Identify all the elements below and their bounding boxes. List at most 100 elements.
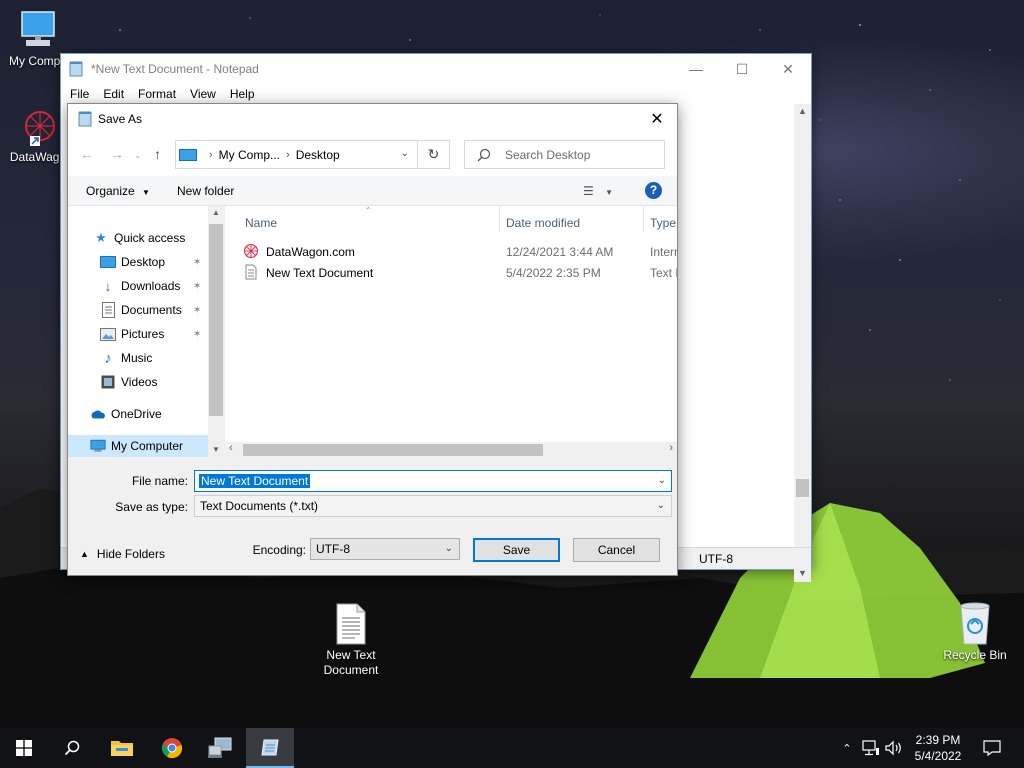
desktop-icon-new-text-document[interactable]: New Text Document: [313, 602, 389, 678]
datawagon-shortcut-icon: [25, 111, 55, 146]
desktop-icon-recycle-bin[interactable]: Recycle Bin: [937, 602, 1013, 663]
address-dropdown-icon[interactable]: ⌄: [401, 148, 409, 159]
caret-up-icon: ▲: [80, 549, 89, 559]
file-list-pane: ⌃ Name Date modified Type DataWagon.com …: [225, 206, 677, 456]
new-folder-button[interactable]: New folder: [177, 184, 234, 198]
pictures-icon: [100, 326, 116, 342]
chevron-down-icon: ⌄: [444, 543, 453, 554]
search-box[interactable]: Search Desktop: [464, 140, 665, 169]
taskbar-chrome[interactable]: [148, 728, 196, 768]
scroll-up-icon[interactable]: ▲: [798, 106, 807, 116]
scroll-down-icon[interactable]: ▼: [798, 568, 807, 578]
help-button[interactable]: ?: [645, 182, 662, 199]
menu-file[interactable]: File: [63, 87, 96, 101]
taskbar-file-explorer[interactable]: [98, 728, 146, 768]
back-button[interactable]: ←: [80, 146, 94, 162]
dialog-titlebar[interactable]: Save As ✕: [68, 104, 677, 134]
internet-shortcut-icon: [244, 244, 258, 258]
file-list-horizontal-scrollbar[interactable]: ‹ ›: [225, 442, 677, 456]
navigation-pane-scrollbar[interactable]: ▲ ▼: [208, 206, 224, 456]
desktop-icon-label: Recycle Bin: [943, 648, 1007, 662]
speaker-icon: [885, 740, 901, 756]
menu-edit[interactable]: Edit: [96, 87, 131, 101]
save-as-type-select[interactable]: Text Documents (*.txt) ⌄: [194, 495, 672, 517]
menu-help[interactable]: Help: [223, 87, 262, 101]
refresh-icon: ↻: [427, 146, 440, 162]
recent-locations-button[interactable]: ⌄: [134, 150, 142, 161]
nav-item-desktop[interactable]: Desktop ✶: [68, 251, 208, 273]
nav-item-onedrive[interactable]: OneDrive: [68, 403, 208, 425]
column-divider[interactable]: [643, 206, 644, 232]
start-button[interactable]: [0, 728, 48, 768]
column-divider[interactable]: [499, 206, 500, 232]
nav-item-documents[interactable]: Documents ✶: [68, 299, 208, 321]
save-button[interactable]: Save: [473, 538, 560, 562]
column-header-name[interactable]: Name: [245, 216, 277, 230]
breadcrumb-desktop[interactable]: Desktop: [296, 148, 340, 162]
file-date: 12/24/2021 3:44 AM: [506, 245, 614, 259]
hide-folders-toggle[interactable]: ▲ Hide Folders: [80, 547, 165, 561]
maximize-icon: ☐: [735, 60, 749, 77]
show-hidden-icons-button[interactable]: ⌃: [838, 728, 856, 768]
search-button[interactable]: [48, 728, 96, 768]
minimize-button[interactable]: —: [673, 54, 719, 84]
network-status-button[interactable]: [860, 728, 882, 768]
scroll-right-icon[interactable]: ›: [669, 442, 673, 454]
desktop-icon-label: DataWago: [9, 150, 67, 164]
volume-button[interactable]: [884, 728, 904, 768]
nav-item-quick-access[interactable]: ★ Quick access: [68, 227, 208, 249]
forward-button[interactable]: →: [110, 146, 124, 162]
close-button[interactable]: ✕: [765, 54, 811, 84]
notepad-vertical-scrollbar[interactable]: ▲ ▼: [794, 104, 811, 582]
notepad-titlebar[interactable]: *New Text Document - Notepad — ☐ ✕: [61, 54, 811, 84]
menu-format[interactable]: Format: [131, 87, 183, 101]
nav-item-label: Documents: [121, 303, 182, 317]
desktop-icon: [100, 254, 116, 270]
scrollbar-thumb[interactable]: [796, 479, 809, 497]
dialog-close-button[interactable]: ✕: [637, 104, 677, 134]
cancel-button[interactable]: Cancel: [573, 538, 660, 562]
scrollbar-thumb[interactable]: [209, 224, 223, 416]
nav-item-pictures[interactable]: Pictures ✶: [68, 323, 208, 345]
nav-item-downloads[interactable]: ↓ Downloads ✶: [68, 275, 208, 297]
nav-item-label: My Computer: [111, 439, 184, 453]
chevron-down-icon[interactable]: ⌄: [658, 475, 666, 486]
taskbar-clock[interactable]: 2:39 PM 5/4/2022: [905, 732, 971, 764]
chevron-down-icon: ⌄: [134, 150, 142, 160]
refresh-button[interactable]: ↻: [418, 140, 450, 169]
taskbar-network-app[interactable]: [196, 728, 244, 768]
taskbar-notepad[interactable]: [246, 728, 294, 768]
notepad-icon: [261, 739, 279, 756]
file-row[interactable]: DataWagon.com 12/24/2021 3:44 AM Interr: [225, 241, 677, 262]
maximize-button[interactable]: ☐: [719, 54, 765, 84]
column-header-date-modified[interactable]: Date modified: [506, 216, 580, 230]
nav-item-label: Quick access: [114, 231, 186, 245]
nav-item-music[interactable]: ♪ Music: [68, 347, 208, 369]
view-options-button[interactable]: ☰ ▼: [583, 184, 613, 198]
text-file-icon: [245, 264, 257, 280]
documents-icon: [100, 302, 116, 318]
scroll-up-icon[interactable]: ▲: [212, 208, 220, 217]
encoding-select[interactable]: UTF-8 ⌄: [310, 538, 460, 560]
scroll-down-icon[interactable]: ▼: [212, 445, 220, 454]
monitor-icon: [21, 11, 55, 46]
file-name-value: New Text Document: [199, 474, 311, 488]
file-row[interactable]: New Text Document 5/4/2022 2:35 PM Text …: [225, 262, 677, 283]
windows-logo-icon: [16, 740, 32, 756]
address-bar[interactable]: › My Comp... › Desktop ⌄: [175, 140, 418, 169]
breadcrumb-my-computer[interactable]: My Comp...: [219, 148, 280, 162]
computer-icon: [179, 148, 197, 161]
nav-item-videos[interactable]: Videos: [68, 371, 208, 393]
menu-view[interactable]: View: [183, 87, 223, 101]
music-icon: ♪: [104, 349, 112, 367]
up-button[interactable]: ↑: [154, 146, 161, 162]
nav-item-my-computer[interactable]: My Computer: [68, 435, 208, 457]
action-center-button[interactable]: [978, 728, 1006, 768]
view-list-icon: ☰: [583, 184, 594, 198]
breadcrumb-separator-icon: ›: [286, 148, 290, 161]
scrollbar-thumb[interactable]: [243, 444, 543, 456]
file-name-input[interactable]: New Text Document ⌄: [194, 470, 672, 492]
scroll-left-icon[interactable]: ‹: [229, 442, 233, 454]
organize-button[interactable]: Organize ▼: [86, 184, 150, 198]
column-header-type[interactable]: Type: [650, 216, 676, 230]
